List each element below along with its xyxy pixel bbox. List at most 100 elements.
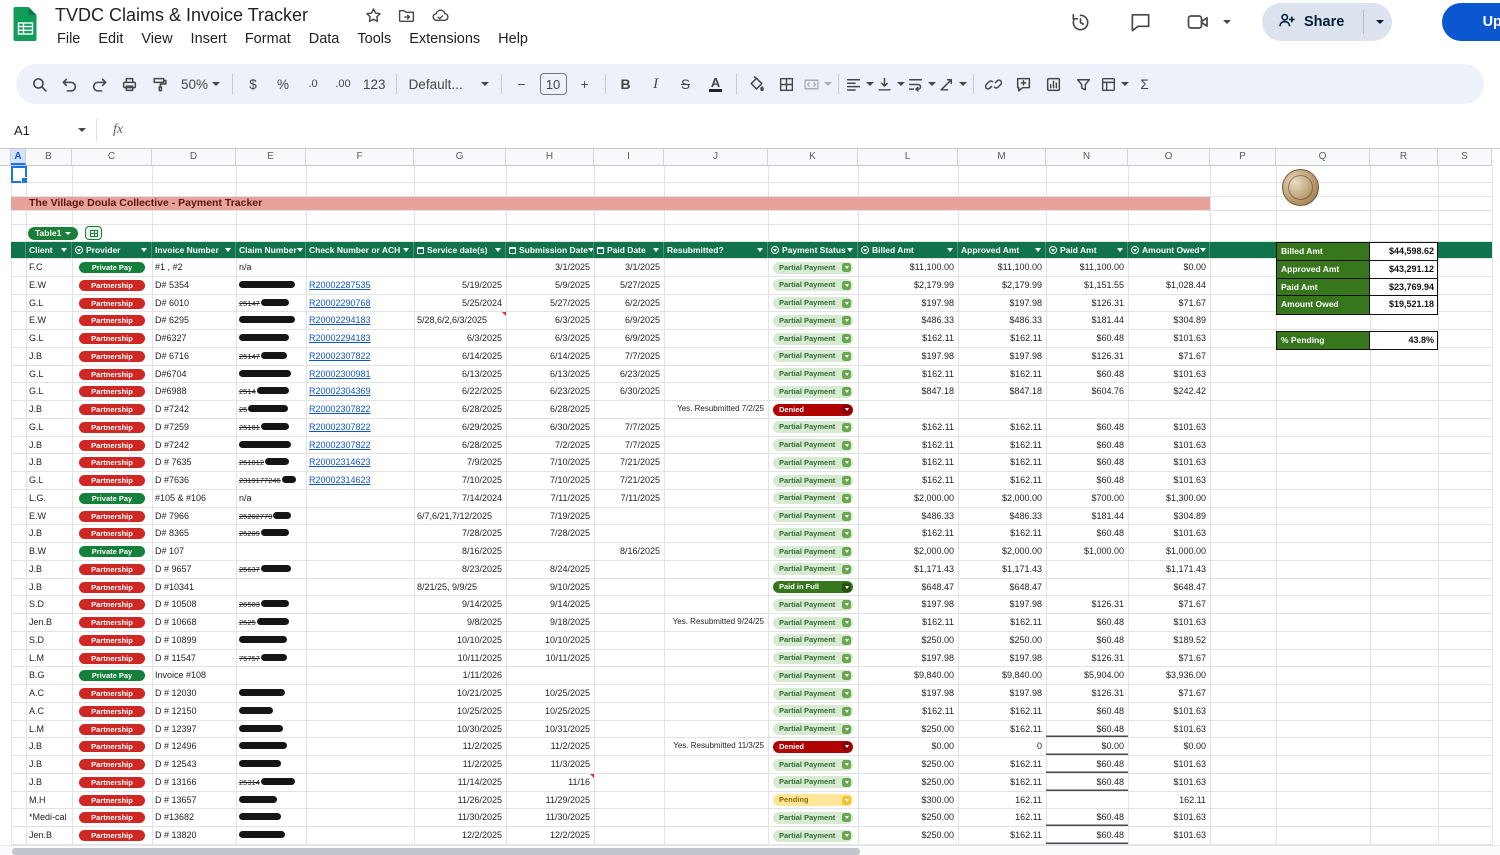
cell-a[interactable] — [11, 721, 26, 738]
cell-paid-amt[interactable]: $60.48 — [1046, 454, 1128, 471]
cell-resubmitted[interactable] — [664, 579, 768, 596]
cell-amount-owed[interactable]: $71.67 — [1128, 295, 1210, 312]
payment-status-chip[interactable]: Denied — [773, 741, 853, 753]
cell-provider[interactable]: Partnership — [72, 614, 152, 631]
cell-check-number[interactable]: R20002290768 — [306, 295, 414, 312]
cell-approved-amt[interactable]: 0 — [958, 738, 1046, 755]
cell-resubmitted[interactable] — [664, 383, 768, 400]
chip-dropdown-button[interactable] — [842, 636, 851, 645]
chip-dropdown-button[interactable] — [842, 813, 851, 822]
payment-status-chip[interactable]: Partial Payment — [773, 297, 853, 309]
cell-payment-status[interactable]: Partial Payment — [768, 472, 858, 489]
cell-amount-owed[interactable]: $101.63 — [1128, 721, 1210, 738]
cell-amount-owed[interactable]: $101.63 — [1128, 827, 1210, 844]
cell-a[interactable] — [11, 366, 26, 383]
cell-check-number[interactable]: R20002294183 — [306, 312, 414, 329]
payment-status-chip[interactable]: Partial Payment — [773, 759, 853, 771]
cell-submission-date[interactable]: 7/11/2025 — [506, 490, 594, 507]
cell-invoice-number[interactable]: D# 6010 — [152, 295, 236, 312]
table-views-button[interactable] — [1100, 69, 1129, 99]
provider-pill[interactable]: Partnership — [79, 812, 145, 823]
cell-service-dates[interactable]: 11/14/2025 — [414, 774, 506, 791]
cell-client[interactable]: S.D — [26, 596, 72, 613]
vertical-align-button[interactable] — [876, 69, 905, 99]
cell-check-number[interactable] — [306, 721, 414, 738]
cell-paid-date[interactable] — [594, 738, 664, 755]
cell-billed-amt[interactable]: $250.00 — [858, 721, 958, 738]
cell-provider[interactable]: Partnership — [72, 401, 152, 418]
cell-billed-amt[interactable]: $250.00 — [858, 632, 958, 649]
cell-check-number[interactable] — [306, 508, 414, 525]
cell-client[interactable]: G.L — [26, 419, 72, 436]
cell-approved-amt[interactable]: $648.47 — [958, 579, 1046, 596]
cell-service-dates[interactable]: 5/19/2025 — [414, 277, 506, 294]
chip-dropdown-button[interactable] — [842, 387, 851, 396]
cell-billed-amt[interactable] — [858, 401, 958, 418]
cell-paid-date[interactable] — [594, 703, 664, 720]
cell-provider[interactable]: Partnership — [72, 774, 152, 791]
check-number-link[interactable]: R20002307822 — [309, 440, 371, 450]
cell-invoice-number[interactable]: D# 107 — [152, 543, 236, 560]
payment-status-chip[interactable]: Partial Payment — [773, 688, 853, 700]
print-button[interactable] — [115, 69, 143, 99]
cell-check-number[interactable] — [306, 738, 414, 755]
cell-resubmitted[interactable] — [664, 366, 768, 383]
column-header-J[interactable]: J — [664, 149, 768, 165]
cell-billed-amt[interactable]: $162.11 — [858, 437, 958, 454]
chip-dropdown-button[interactable] — [842, 760, 851, 769]
cell-paid-amt[interactable] — [1046, 579, 1128, 596]
chip-dropdown-button[interactable] — [842, 707, 851, 716]
column-header-paid-amt[interactable]: Paid Amt — [1046, 242, 1128, 258]
cell-claim-number[interactable] — [236, 756, 306, 773]
column-header-C[interactable]: C — [72, 149, 152, 165]
cell-resubmitted[interactable] — [664, 561, 768, 578]
cell-submission-date[interactable]: 10/10/2025 — [506, 632, 594, 649]
cell-service-dates[interactable]: 10/25/2025 — [414, 703, 506, 720]
cell-client[interactable]: J.B — [26, 348, 72, 365]
cell-approved-amt[interactable]: $197.98 — [958, 650, 1046, 667]
chip-dropdown-button[interactable] — [842, 583, 851, 592]
cell-check-number[interactable]: R20002294183 — [306, 330, 414, 347]
cell-paid-amt[interactable]: $126.31 — [1046, 596, 1128, 613]
cell-provider[interactable]: Partnership — [72, 472, 152, 489]
cell-amount-owed[interactable]: $648.47 — [1128, 579, 1210, 596]
fill-color-button[interactable] — [743, 69, 771, 99]
cell-service-dates[interactable]: 6/28/2025 — [414, 437, 506, 454]
cell-provider[interactable]: Partnership — [72, 703, 152, 720]
search-icon[interactable] — [25, 69, 53, 99]
cell-resubmitted[interactable] — [664, 667, 768, 684]
cell-amount-owed[interactable]: $101.63 — [1128, 419, 1210, 436]
cell-approved-amt[interactable]: $1,171.43 — [958, 561, 1046, 578]
provider-pill[interactable]: Partnership — [79, 333, 145, 344]
cell-provider[interactable]: Partnership — [72, 348, 152, 365]
chevron-down-icon[interactable] — [1200, 248, 1206, 252]
cell-submission-date[interactable]: 11/29/2025 — [506, 792, 594, 809]
cell-invoice-number[interactable]: D#6327 — [152, 330, 236, 347]
cell-paid-amt[interactable]: $60.48 — [1046, 721, 1128, 738]
provider-pill[interactable]: Partnership — [79, 724, 145, 735]
cell-billed-amt[interactable]: $486.33 — [858, 312, 958, 329]
cell-client[interactable]: *Medi-cal — [26, 809, 72, 826]
cell-payment-status[interactable]: Partial Payment — [768, 756, 858, 773]
chip-dropdown-button[interactable] — [842, 334, 851, 343]
cell-paid-amt[interactable]: $60.48 — [1046, 632, 1128, 649]
cell-check-number[interactable] — [306, 579, 414, 596]
cell-service-dates[interactable]: 11/26/2025 — [414, 792, 506, 809]
chip-dropdown-button[interactable] — [842, 281, 851, 290]
cell-resubmitted[interactable] — [664, 809, 768, 826]
cell-amount-owed[interactable]: $101.63 — [1128, 437, 1210, 454]
cell-approved-amt[interactable]: $162.11 — [958, 774, 1046, 791]
cell-service-dates[interactable]: 10/30/2025 — [414, 721, 506, 738]
cell-client[interactable]: L.M — [26, 650, 72, 667]
cell-check-number[interactable]: R20002300981 — [306, 366, 414, 383]
provider-pill[interactable]: Partnership — [79, 706, 145, 717]
cell-service-dates[interactable]: 11/30/2025 — [414, 809, 506, 826]
summary-label[interactable]: Billed Amt — [1277, 243, 1370, 260]
cell-client[interactable]: J.B — [26, 579, 72, 596]
cell-service-dates[interactable]: 1/11/2026 — [414, 667, 506, 684]
cell-a[interactable] — [11, 508, 26, 525]
payment-status-chip[interactable]: Partial Payment — [773, 617, 853, 629]
chevron-down-icon[interactable] — [847, 248, 853, 252]
summary-value[interactable]: $19,521.18 — [1370, 296, 1437, 314]
cell-claim-number[interactable]: 25161 — [236, 419, 306, 436]
